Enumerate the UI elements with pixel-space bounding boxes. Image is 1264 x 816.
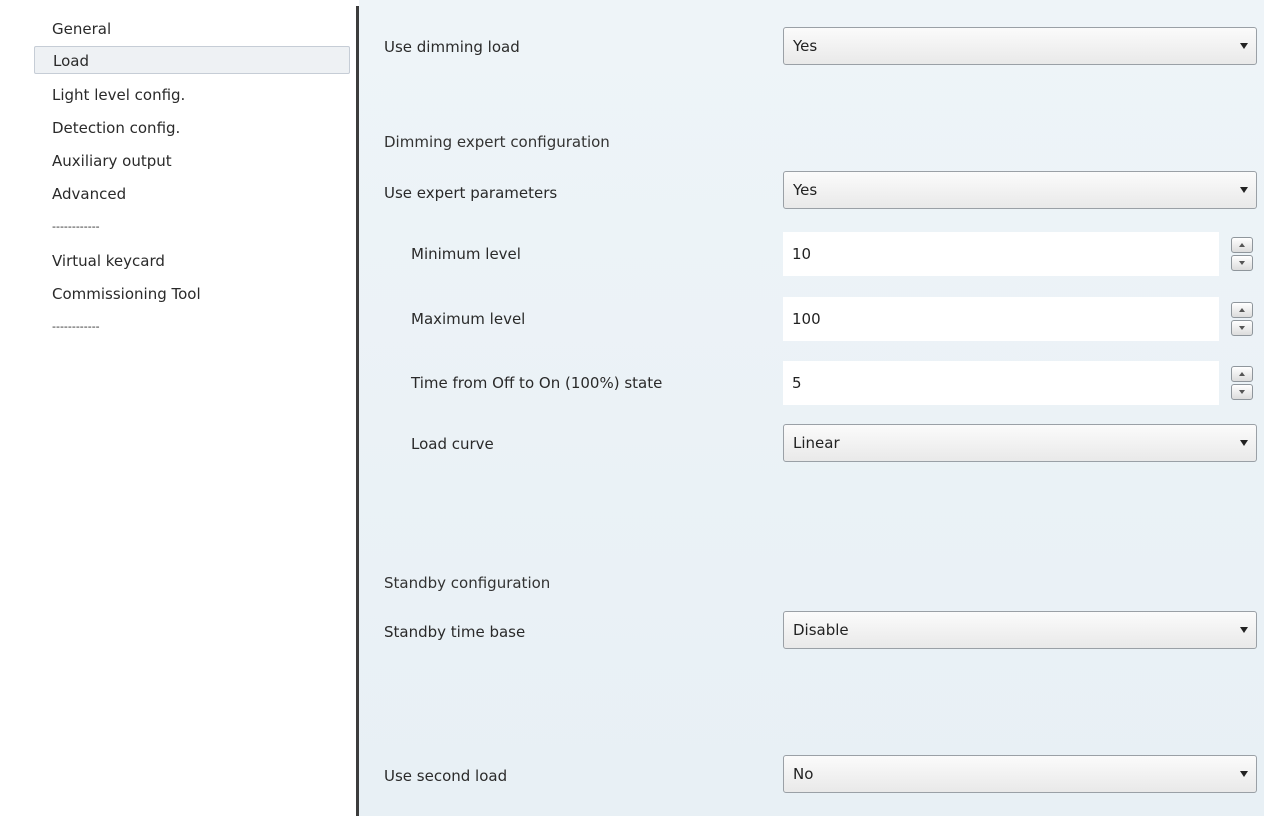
sidebar-item-light-level-config[interactable]: Light level config.	[34, 81, 350, 109]
spin-down-button[interactable]	[1231, 320, 1253, 336]
spin-up-button[interactable]	[1231, 366, 1253, 382]
use-dimming-load-label: Use dimming load	[384, 38, 520, 56]
sidebar-item-commissioning-tool[interactable]: Commissioning Tool	[34, 280, 350, 308]
sidebar-item-detection-config[interactable]: Detection config.	[34, 114, 350, 142]
load-curve-value: Linear	[793, 434, 840, 452]
use-expert-parameters-label: Use expert parameters	[384, 184, 558, 202]
maximum-level-stepper	[783, 297, 1257, 341]
chevron-down-icon	[1240, 627, 1248, 633]
standby-time-base-select[interactable]: Disable	[783, 611, 1257, 649]
sidebar-separator: ------------	[52, 320, 100, 333]
spin-up-icon	[1239, 308, 1245, 312]
sidebar-item-general[interactable]: General	[34, 15, 350, 43]
use-second-load-select[interactable]: No	[783, 755, 1257, 793]
minimum-level-input[interactable]	[783, 232, 1219, 276]
standby-time-base-value: Disable	[793, 621, 849, 639]
use-expert-parameters-select[interactable]: Yes	[783, 171, 1257, 209]
time-off-to-on-label: Time from Off to On (100%) state	[411, 374, 663, 392]
chevron-down-icon	[1240, 771, 1248, 777]
sidebar-item-load[interactable]: Load	[34, 46, 350, 74]
spin-up-button[interactable]	[1231, 302, 1253, 318]
spin-down-icon	[1239, 390, 1245, 394]
load-curve-select[interactable]: Linear	[783, 424, 1257, 462]
spin-up-icon	[1239, 243, 1245, 247]
spin-down-button[interactable]	[1231, 255, 1253, 271]
spin-down-button[interactable]	[1231, 384, 1253, 400]
sidebar-separator: ------------	[52, 220, 100, 233]
minimum-level-stepper	[783, 232, 1257, 276]
sidebar-item-auxiliary-output[interactable]: Auxiliary output	[34, 147, 350, 175]
spin-up-button[interactable]	[1231, 237, 1253, 253]
use-dimming-load-value: Yes	[793, 37, 818, 55]
maximum-level-label: Maximum level	[411, 310, 526, 328]
use-dimming-load-select[interactable]: Yes	[783, 27, 1257, 65]
chevron-down-icon	[1240, 187, 1248, 193]
load-curve-label: Load curve	[411, 435, 494, 453]
standby-time-base-label: Standby time base	[384, 623, 526, 641]
standby-section-title: Standby configuration	[384, 574, 551, 592]
time-off-to-on-input[interactable]	[783, 361, 1219, 405]
sidebar-item-virtual-keycard[interactable]: Virtual keycard	[34, 247, 350, 275]
time-off-to-on-stepper	[783, 361, 1257, 405]
use-expert-parameters-value: Yes	[793, 181, 818, 199]
minimum-level-label: Minimum level	[411, 245, 521, 263]
chevron-down-icon	[1240, 43, 1248, 49]
use-second-load-value: No	[793, 765, 814, 783]
sidebar-item-advanced[interactable]: Advanced	[34, 180, 350, 208]
use-second-load-label: Use second load	[384, 767, 508, 785]
spin-up-icon	[1239, 372, 1245, 376]
chevron-down-icon	[1240, 440, 1248, 446]
parameters-panel: Use dimming load Yes Dimming expert conf…	[359, 0, 1264, 816]
sidebar-nav: General Load Light level config. Detecti…	[0, 0, 356, 816]
dimming-expert-section-title: Dimming expert configuration	[384, 133, 610, 151]
spin-down-icon	[1239, 261, 1245, 265]
spin-down-icon	[1239, 326, 1245, 330]
maximum-level-input[interactable]	[783, 297, 1219, 341]
